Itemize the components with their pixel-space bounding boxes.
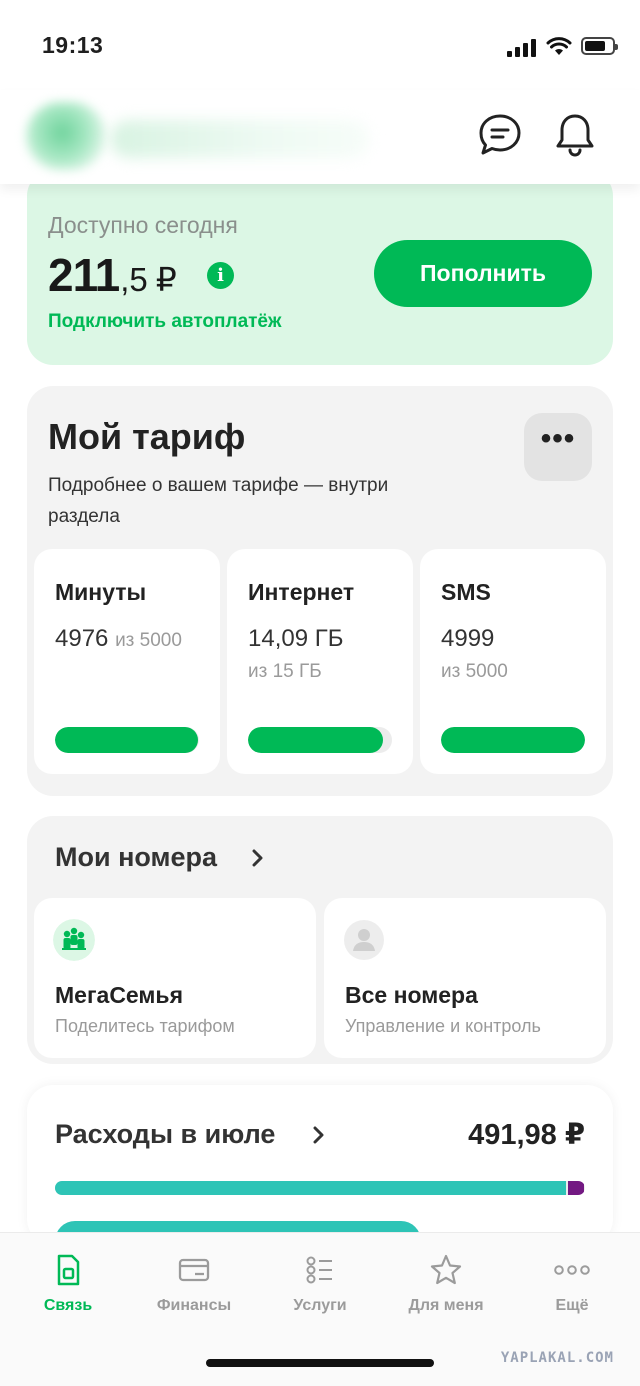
expenses-card[interactable]: Расходы в июле 491,98 ₽ — [27, 1085, 613, 1261]
services-list-icon — [306, 1256, 332, 1284]
watermark: YAPLAKAL.COM — [500, 1350, 614, 1366]
bottom-tab-bar: Связь Финансы Услуги Для меня Ещё YAPLAK… — [0, 1232, 640, 1386]
cellular-signal-icon — [507, 39, 537, 57]
internet-progress-fill — [248, 727, 384, 753]
balance-card[interactable]: Доступно сегодня 211 ,5 ₽ i Подключить а… — [27, 170, 613, 365]
tab-label: Связь — [43, 1297, 93, 1314]
tab-label: Услуги — [293, 1297, 347, 1314]
all-numbers-title: Все номера — [345, 982, 478, 1008]
minutes-progress — [55, 727, 199, 753]
sms-tile[interactable]: SMS 4999 из 5000 — [420, 549, 606, 774]
more-options-button[interactable]: ••• — [524, 413, 592, 481]
topup-button[interactable]: Пополнить — [374, 240, 592, 307]
home-indicator[interactable] — [206, 1359, 434, 1367]
minutes-value: 4976 — [55, 625, 109, 652]
internet-limit: из 15 ГБ — [248, 661, 322, 682]
sms-limit: из 5000 — [441, 661, 508, 682]
tariff-title: Мой тариф — [48, 416, 246, 457]
internet-value: 14,09 ГБ — [248, 625, 344, 652]
wallet-icon — [178, 1258, 210, 1282]
wifi-icon — [546, 37, 572, 55]
minutes-title: Минуты — [55, 579, 147, 605]
minutes-tile[interactable]: Минуты 4976 из 5000 — [34, 549, 220, 774]
my-numbers-title[interactable]: Мои номера — [55, 842, 217, 873]
all-numbers-subtitle: Управление и контроль — [345, 1016, 541, 1036]
tab-more[interactable]: Ещё — [508, 1253, 636, 1315]
internet-title: Интернет — [248, 579, 355, 605]
tariff-description: Подробнее о вашем тарифе — внутри раздел… — [48, 475, 389, 527]
chevron-right-icon — [313, 1126, 324, 1144]
tab-for-me[interactable]: Для меня — [382, 1253, 510, 1315]
status-bar: 19:13 — [0, 0, 640, 90]
app-header — [0, 90, 640, 184]
expenses-total: 491,98 ₽ — [468, 1119, 585, 1151]
sim-card-icon — [57, 1254, 80, 1286]
tab-connection[interactable]: Связь — [4, 1253, 132, 1315]
balance-amount-fraction: ,5 — [120, 261, 148, 298]
tariff-card[interactable]: Мой тариф Подробнее о вашем тарифе — вну… — [27, 386, 613, 796]
avatar[interactable] — [26, 102, 106, 170]
balance-currency: ₽ — [155, 261, 177, 298]
expenses-segment-other — [568, 1181, 585, 1195]
minutes-value-row: 4976 из 5000 — [55, 625, 182, 653]
autopay-link[interactable]: Подключить автоплатёж — [48, 311, 281, 333]
chevron-right-icon[interactable] — [251, 848, 265, 868]
megafamily-title: МегаСемья — [55, 982, 183, 1008]
balance-amount: 211 ,5 ₽ — [48, 248, 177, 302]
minutes-progress-fill — [55, 727, 199, 753]
battery-icon — [581, 37, 618, 55]
tab-finance[interactable]: Финансы — [130, 1253, 258, 1315]
notifications-button[interactable] — [550, 110, 600, 160]
user-name-blurred — [110, 120, 370, 158]
tab-label: Финансы — [156, 1297, 232, 1314]
status-time: 19:13 — [42, 32, 104, 58]
star-icon — [430, 1254, 462, 1285]
chat-icon — [479, 114, 521, 155]
tab-services[interactable]: Услуги — [256, 1253, 384, 1315]
sms-progress — [441, 727, 585, 753]
sms-title: SMS — [441, 579, 491, 605]
user-icon — [344, 920, 384, 960]
tab-label: Ещё — [555, 1297, 589, 1314]
sms-progress-fill — [441, 727, 585, 753]
sms-value: 4999 — [441, 625, 495, 652]
megafamily-tile[interactable]: МегаСемья Поделитесь тарифом — [34, 898, 316, 1058]
internet-progress — [248, 727, 392, 753]
chat-button[interactable] — [475, 110, 525, 160]
minutes-limit: из 5000 — [115, 630, 182, 651]
expenses-title: Расходы в июле — [55, 1119, 276, 1149]
balance-label: Доступно сегодня — [48, 212, 238, 238]
info-icon[interactable]: i — [207, 262, 234, 289]
balance-amount-integer: 211 — [48, 249, 120, 301]
expenses-breakdown-bar — [55, 1181, 585, 1195]
expenses-segment-main — [55, 1181, 567, 1195]
family-icon — [53, 919, 95, 961]
internet-tile[interactable]: Интернет 14,09 ГБ из 15 ГБ — [227, 549, 413, 774]
megafamily-subtitle: Поделитесь тарифом — [55, 1016, 235, 1036]
more-dots-icon — [554, 1265, 590, 1275]
my-numbers-card: Мои номера МегаСемья Поделитесь тарифом … — [27, 816, 613, 1064]
tab-label: Для меня — [408, 1297, 484, 1314]
bell-icon — [556, 114, 594, 157]
all-numbers-tile[interactable]: Все номера Управление и контроль — [324, 898, 606, 1058]
